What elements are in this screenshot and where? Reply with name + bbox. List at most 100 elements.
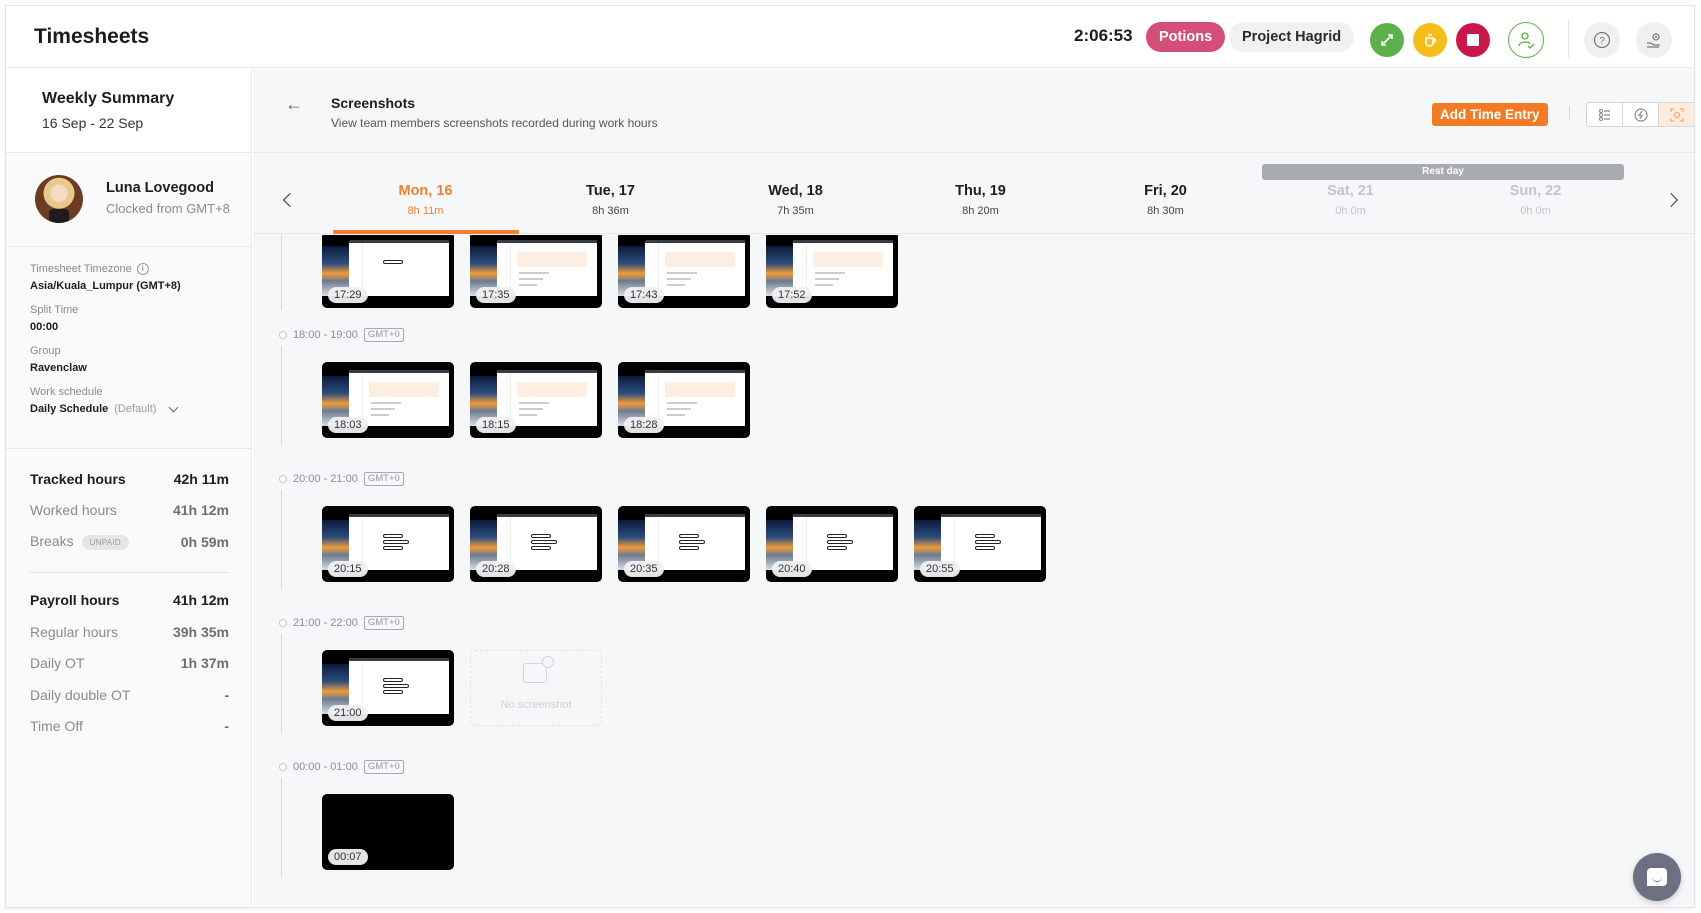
view-switcher — [1586, 102, 1694, 127]
work-schedule-value: Daily Schedule — [30, 403, 109, 415]
section-header: ← Screenshots View team members screensh… — [253, 68, 1694, 153]
list-view-button[interactable] — [1587, 103, 1623, 126]
timesheet-meta: Timesheet Timezone i Asia/Kuala_Lumpur (G… — [6, 247, 251, 449]
timeline-line — [281, 490, 282, 589]
attendance-button[interactable] — [1508, 22, 1544, 58]
screenshot-thumbnail[interactable]: 00:07 — [322, 794, 454, 870]
screenshot-icon — [1670, 107, 1684, 122]
top-bar: Timesheets 2:06:53 Potions Project Hagri… — [6, 6, 1694, 68]
switch-task-icon — [1381, 34, 1393, 46]
activity-pill[interactable]: Potions — [1146, 22, 1226, 52]
switch-task-button[interactable] — [1370, 23, 1404, 57]
user-name: Luna Lovegood — [106, 180, 214, 196]
day-tab[interactable]: Mon, 16 8h 11m — [333, 183, 518, 217]
break-button[interactable] — [1413, 23, 1447, 57]
time-slot-header: 00:00 - 01:00 GMT+0 — [279, 760, 404, 774]
tracked-hours-row: Tracked hours 42h 11m — [30, 470, 229, 487]
work-schedule-default: (Default) — [114, 403, 157, 415]
screenshots-panel: ← Screenshots View team members screensh… — [253, 68, 1694, 907]
group-value: Ravenclaw — [30, 362, 87, 374]
screenshot-feed[interactable]: 17:29 17:35 17:43 17:52 18:00 - 19:00 GMT+0 18… — [253, 235, 1694, 907]
screenshot-row: 17:29 17:35 17:43 17:52 — [322, 235, 898, 308]
screenshot-thumbnail[interactable]: 17:43 — [618, 235, 750, 308]
user-card: Luna Lovegood Clocked from GMT+8 — [6, 153, 251, 247]
timeline-dot — [279, 763, 287, 771]
chat-button[interactable] — [1633, 853, 1681, 901]
day-tab[interactable]: Sun, 22 0h 0m — [1443, 183, 1628, 217]
worked-hours-row: Worked hours 41h 12m — [30, 502, 229, 519]
split-time-label: Split Time — [30, 304, 79, 316]
weekly-summary-header: Weekly Summary 16 Sep - 22 Sep — [6, 68, 251, 153]
timeline-line — [281, 235, 282, 310]
day-tab[interactable]: Thu, 19 8h 20m — [888, 183, 1073, 217]
timeline-line — [281, 634, 282, 733]
time-range: 18:00 - 19:00 — [293, 329, 358, 341]
settings-icon — [1647, 33, 1660, 48]
day-tab[interactable]: Tue, 17 8h 36m — [518, 183, 703, 217]
screenshot-time: 17:52 — [772, 287, 812, 303]
image-off-icon — [523, 656, 554, 683]
work-schedule-dropdown[interactable]: Daily Schedule (Default) — [30, 402, 251, 415]
day-name: Fri, 20 — [1144, 183, 1187, 199]
screenshot-thumbnail[interactable]: 20:55 — [914, 506, 1046, 582]
day-tab[interactable]: Fri, 20 8h 30m — [1073, 183, 1258, 217]
day-tab[interactable]: Wed, 18 7h 35m — [703, 183, 888, 217]
screenshot-thumbnail[interactable]: 18:28 — [618, 362, 750, 438]
add-time-entry-button[interactable]: Add Time Entry — [1432, 103, 1548, 126]
screenshot-time: 18:28 — [624, 417, 664, 433]
day-hours: 0h 0m — [1335, 205, 1366, 217]
regular-hours-row: Regular hours 39h 35m — [30, 623, 229, 640]
screenshot-row: 00:07 — [322, 794, 454, 870]
back-arrow-icon[interactable]: ← — [285, 94, 303, 115]
activity-view-button[interactable] — [1623, 103, 1659, 126]
no-screenshot-placeholder: No screenshot — [470, 650, 602, 726]
weekly-summary-title: Weekly Summary — [42, 90, 175, 107]
screenshot-thumbnail[interactable]: 17:29 — [322, 235, 454, 308]
date-range: 16 Sep - 22 Sep — [42, 115, 144, 131]
chevron-left-icon[interactable] — [282, 192, 298, 208]
help-button[interactable]: ? — [1584, 22, 1620, 58]
info-icon[interactable]: i — [136, 263, 149, 275]
timeline-line — [281, 346, 282, 445]
section-subtitle: View team members screenshots recorded d… — [331, 116, 658, 130]
screenshot-thumbnail[interactable]: 20:35 — [618, 506, 750, 582]
screenshot-thumbnail[interactable]: 21:00 — [322, 650, 454, 726]
timeline-dot — [279, 619, 287, 627]
day-hours: 7h 35m — [777, 205, 814, 217]
toolbar-divider — [1569, 106, 1570, 120]
screenshot-time: 20:35 — [624, 561, 664, 577]
screenshot-thumbnail[interactable]: 20:15 — [322, 506, 454, 582]
screenshot-thumbnail[interactable]: 17:35 — [470, 235, 602, 308]
project-pill[interactable]: Project Hagrid — [1229, 22, 1355, 52]
day-tab[interactable]: Sat, 21 0h 0m — [1258, 183, 1443, 217]
settings-button[interactable] — [1636, 22, 1672, 58]
screenshot-thumbnail[interactable]: 18:15 — [470, 362, 602, 438]
screenshot-time: 20:55 — [920, 561, 960, 577]
screenshot-thumbnail[interactable]: 20:40 — [766, 506, 898, 582]
active-day-indicator — [333, 230, 519, 234]
unpaid-badge: UNPAID — [81, 535, 130, 551]
screenshot-time: 20:15 — [328, 561, 368, 577]
summary-sidebar: Weekly Summary 16 Sep - 22 Sep Luna Love… — [6, 68, 252, 907]
rest-day-bar: Rest day — [1262, 164, 1624, 180]
chevron-right-icon[interactable] — [1663, 192, 1679, 208]
timeline-line — [281, 778, 282, 877]
screenshot-thumbnail[interactable]: 20:28 — [470, 506, 602, 582]
screenshot-time: 18:03 — [328, 417, 368, 433]
screenshot-view-button[interactable] — [1659, 103, 1694, 126]
screenshot-thumbnail[interactable]: 17:52 — [766, 235, 898, 308]
stop-timer-button[interactable] — [1456, 23, 1490, 57]
screenshot-row: 21:00 No screenshot — [322, 650, 602, 726]
stop-icon — [1467, 34, 1479, 46]
day-hours: 8h 11m — [407, 205, 444, 217]
section-title: Screenshots — [331, 95, 416, 111]
payroll-hours-row: Payroll hours 41h 12m — [30, 592, 229, 609]
app-title: Timesheets — [34, 25, 150, 48]
daily-ot-row: Daily OT 1h 37m — [30, 655, 229, 672]
hours-summary: Tracked hours 42h 11m Worked hours 41h 12m… — [6, 449, 251, 742]
day-hours: 8h 36m — [592, 205, 629, 217]
topbar-divider — [1568, 20, 1569, 58]
screenshot-thumbnail[interactable]: 18:03 — [322, 362, 454, 438]
timezone-badge: GMT+0 — [363, 328, 404, 342]
timezone-badge: GMT+0 — [363, 472, 404, 486]
